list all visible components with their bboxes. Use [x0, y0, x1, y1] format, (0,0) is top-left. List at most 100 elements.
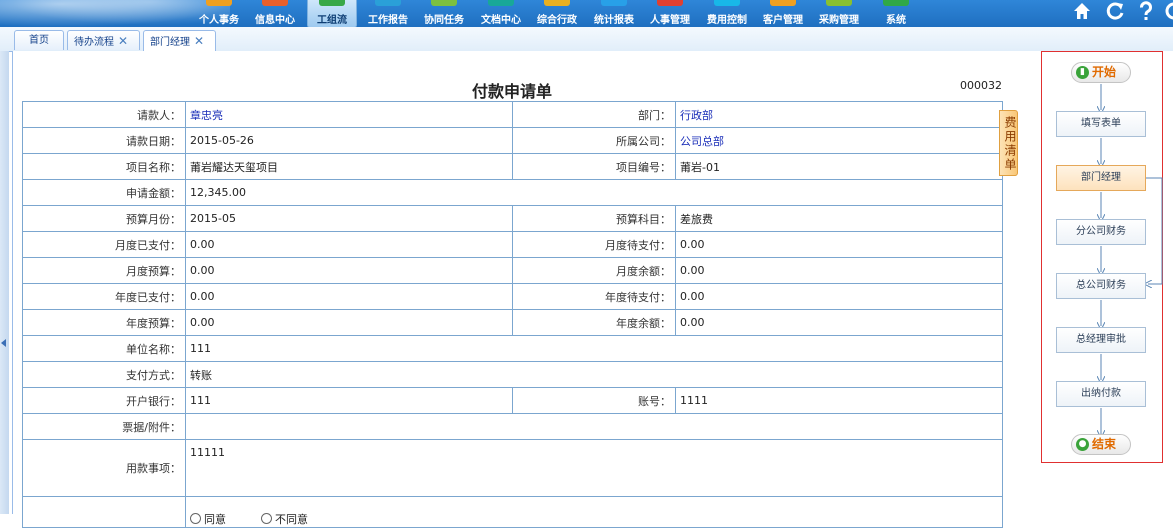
unit-name-value: 111 — [185, 335, 1003, 362]
nav-stat-report[interactable]: 统计报表 — [590, 0, 638, 27]
form-row: 请款日期： 2015-05-26 所属公司： 公司总部 — [22, 127, 1003, 154]
project-name-value: 莆岩耀达天玺项目 — [185, 153, 513, 180]
flow-node-fill-form[interactable]: 填写表单 — [1056, 111, 1146, 137]
form-row: 项目名称： 莆岩耀达天玺项目 项目编号： 莆岩-01 — [22, 153, 1003, 180]
flow-node-branch-finance[interactable]: 分公司财务 — [1056, 219, 1146, 245]
flow-start-node[interactable]: ▮ 开始 — [1071, 62, 1131, 83]
form-row: 年度预算： 0.00 年度余额： 0.00 — [22, 309, 1003, 336]
fee-list-tab[interactable]: 费用清单 — [999, 110, 1018, 176]
flow-node-dept-manager[interactable]: 部门经理 — [1056, 165, 1146, 191]
nav-work-report[interactable]: 工作报告 — [363, 0, 413, 27]
work-report-icon — [375, 0, 401, 6]
form-row: 单位名称： 111 — [22, 335, 1003, 362]
expense-control-icon — [714, 0, 740, 6]
year-pending-value: 0.00 — [675, 283, 1003, 310]
nav-hr-management[interactable]: 人事管理 — [646, 0, 694, 27]
refresh-icon[interactable] — [1104, 0, 1126, 22]
radio-icon — [190, 513, 201, 524]
personal-affairs-icon — [206, 0, 232, 6]
form-row: 用款事项： 11111 — [22, 439, 1003, 497]
field-label: 月度余额： — [512, 257, 676, 284]
disagree-radio[interactable]: 不同意 — [261, 513, 308, 526]
home-icon[interactable] — [1071, 0, 1093, 22]
field-label: 请款日期： — [22, 127, 186, 154]
field-label: 月度已支付： — [22, 231, 186, 258]
nav-system[interactable]: 系统 — [872, 0, 920, 27]
field-label: 账号： — [512, 387, 676, 414]
nav-personal-affairs[interactable]: 个人事务 — [195, 0, 243, 27]
attachment-value[interactable] — [185, 413, 1003, 440]
nav-general-admin[interactable]: 综合行政 — [533, 0, 581, 27]
month-budget-value: 0.00 — [185, 257, 513, 284]
sidebar-collapse-handle[interactable] — [0, 51, 9, 514]
flow-node-gm-approval[interactable]: 总经理审批 — [1056, 327, 1146, 353]
field-label: 单位名称： — [22, 335, 186, 362]
month-balance-value: 0.00 — [675, 257, 1003, 284]
flow-node-cashier-payment[interactable]: 出纳付款 — [1056, 381, 1146, 407]
form-row-opinion: 同意 不同意 — [22, 496, 1003, 528]
agree-label: 同意 — [204, 513, 226, 526]
field-label: 年度预算： — [22, 309, 186, 336]
applicant-value: 章忠亮 — [185, 101, 513, 128]
form-row: 票据/附件： — [22, 413, 1003, 440]
nav-info-center[interactable]: 信息中心 — [251, 0, 299, 27]
flow-node-hq-finance[interactable]: 总公司财务 — [1056, 273, 1146, 299]
nav-purchase-management[interactable]: 采购管理 — [815, 0, 863, 27]
form-row: 申请金额： 12,345.00 — [22, 179, 1003, 206]
field-label: 支付方式： — [22, 361, 186, 388]
form-title: 付款申请单 — [471, 82, 552, 101]
form-row: 请款人： 章忠亮 部门： 行政部 — [22, 101, 1003, 128]
field-label: 年度待支付： — [512, 283, 676, 310]
workflow-diagram: ▮ 开始 填写表单 部门经理 分公司财务 总公司财务 总经理审批 出纳付款 ● 结束 — [1041, 51, 1163, 463]
close-icon[interactable]: ✕ — [118, 34, 128, 48]
field-label: 项目编号： — [512, 153, 676, 180]
company-value: 公司总部 — [675, 127, 1003, 154]
settings-icon[interactable] — [1163, 0, 1173, 22]
opinion-label — [22, 496, 186, 528]
tab-dept-manager[interactable]: 部门经理 ✕ — [143, 30, 216, 52]
request-date-value: 2015-05-26 — [185, 127, 513, 154]
help-icon[interactable] — [1135, 0, 1157, 22]
form-row: 预算月份： 2015-05 预算科目： 差旅费 — [22, 205, 1003, 232]
nav-collab-task[interactable]: 协同任务 — [420, 0, 468, 27]
nav-workflow[interactable]: 工组流 — [307, 0, 357, 27]
system-icon — [883, 0, 909, 6]
field-label: 预算月份： — [22, 205, 186, 232]
form-row: 开户银行： 111 账号： 1111 — [22, 387, 1003, 414]
workflow-icon — [319, 0, 345, 6]
field-label: 项目名称： — [22, 153, 186, 180]
budget-month-value: 2015-05 — [185, 205, 513, 232]
project-number-value: 莆岩-01 — [675, 153, 1003, 180]
month-pending-value: 0.00 — [675, 231, 1003, 258]
radio-icon — [261, 513, 272, 524]
field-label: 票据/附件： — [22, 413, 186, 440]
nav-customer-management[interactable]: 客户管理 — [759, 0, 807, 27]
tab-label: 部门经理 — [150, 37, 190, 48]
month-paid-value: 0.00 — [185, 231, 513, 258]
hr-management-icon — [657, 0, 683, 6]
account-value: 1111 — [675, 387, 1003, 414]
year-budget-value: 0.00 — [185, 309, 513, 336]
tab-pending-flow[interactable]: 待办流程 ✕ — [67, 30, 140, 50]
agree-radio[interactable]: 同意 — [190, 513, 226, 526]
year-balance-value: 0.00 — [675, 309, 1003, 336]
form-row: 月度已支付： 0.00 月度待支付： 0.00 — [22, 231, 1003, 258]
field-label: 请款人： — [22, 101, 186, 128]
tab-label: 待办流程 — [74, 37, 114, 48]
nav-expense-control[interactable]: 费用控制 — [703, 0, 751, 27]
field-label: 月度待支付： — [512, 231, 676, 258]
flow-end-node[interactable]: ● 结束 — [1071, 434, 1131, 455]
customer-management-icon — [770, 0, 796, 6]
collapse-arrow-icon — [1, 339, 6, 347]
field-label: 开户银行： — [22, 387, 186, 414]
close-icon[interactable]: ✕ — [194, 34, 204, 48]
bank-value: 111 — [185, 387, 513, 414]
amount-value: 12,345.00 — [185, 179, 1003, 206]
field-label: 申请金额： — [22, 179, 186, 206]
field-label: 所属公司： — [512, 127, 676, 154]
document-center-icon — [488, 0, 514, 6]
info-center-icon — [262, 0, 288, 6]
nav-document-center[interactable]: 文档中心 — [477, 0, 525, 27]
tab-home[interactable]: 首页 — [14, 30, 64, 50]
purpose-value: 11111 — [185, 439, 1003, 497]
